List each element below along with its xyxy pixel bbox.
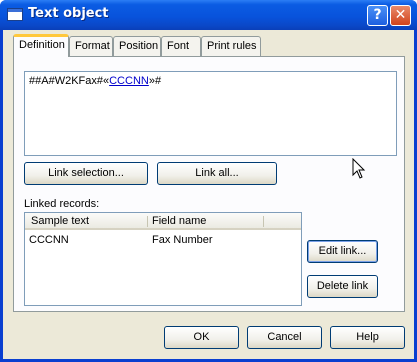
tab-definition[interactable]: Definition: [13, 34, 69, 57]
definition-panel: ##A#W2KFax#«CCCNN»# Link selection... Li…: [13, 56, 405, 312]
definition-text-field[interactable]: ##A#W2KFax#«CCCNN»#: [24, 71, 397, 156]
window-icon: [7, 8, 23, 21]
close-button[interactable]: ✕: [390, 5, 411, 26]
window-title: Text object: [28, 6, 109, 21]
link-selection-button[interactable]: Link selection...: [24, 162, 148, 185]
cell-field-name: Fax Number: [152, 234, 213, 246]
linked-records-list[interactable]: Sample text Field name CCCNN Fax Number: [24, 212, 302, 306]
text-object-dialog: Text object ? ✕ Definition Format Positi…: [0, 0, 417, 362]
list-header: Sample text Field name: [25, 213, 301, 230]
cancel-button[interactable]: Cancel: [247, 326, 322, 349]
title-bar[interactable]: Text object ? ✕: [0, 0, 417, 30]
tab-font[interactable]: Font: [161, 36, 201, 56]
ok-button[interactable]: OK: [164, 326, 239, 349]
linked-records-label: Linked records:: [24, 198, 100, 210]
linked-field-text[interactable]: CCCNN: [109, 75, 149, 87]
help-button[interactable]: Help: [330, 326, 405, 349]
column-divider[interactable]: [263, 216, 264, 227]
delete-link-button[interactable]: Delete link: [307, 275, 378, 298]
tab-position[interactable]: Position: [113, 36, 161, 56]
tab-print-rules[interactable]: Print rules: [201, 36, 261, 56]
column-divider[interactable]: [147, 216, 148, 227]
definition-text-prefix: ##A#W2KFax#«: [29, 75, 110, 87]
link-all-button[interactable]: Link all...: [157, 162, 277, 185]
tab-format[interactable]: Format: [69, 36, 113, 56]
column-sample-text[interactable]: Sample text: [31, 215, 89, 227]
cell-sample-text: CCCNN: [29, 234, 69, 246]
table-row[interactable]: CCCNN Fax Number: [25, 234, 301, 249]
mouse-pointer-icon: [352, 158, 366, 179]
dialog-body: Definition Format Position Font Print ru…: [3, 30, 414, 359]
edit-link-button[interactable]: Edit link...: [307, 240, 378, 263]
definition-text-suffix: »#: [148, 75, 162, 87]
column-field-name[interactable]: Field name: [152, 215, 206, 227]
help-title-button[interactable]: ?: [367, 5, 388, 26]
